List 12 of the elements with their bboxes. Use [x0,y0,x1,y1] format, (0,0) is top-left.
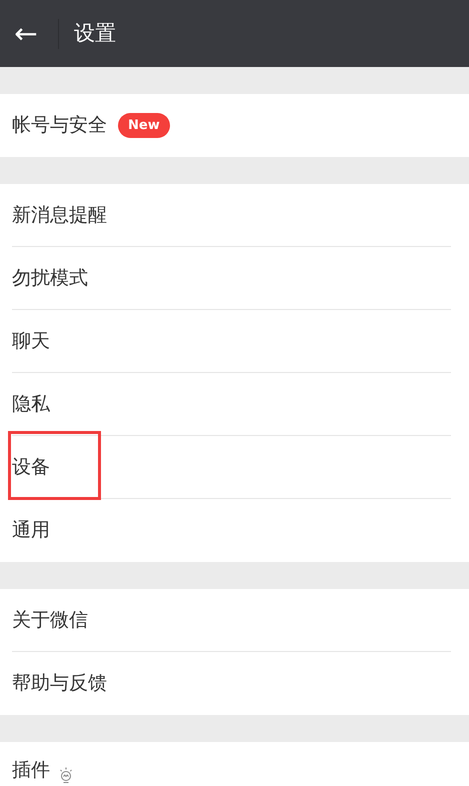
settings-item[interactable]: 勿扰模式 [12,247,451,310]
settings-item[interactable]: 关于微信 [12,589,451,652]
lightbulb-icon [59,767,73,784]
settings-item[interactable]: 新消息提醒 [12,184,451,247]
page-title: 设置 [74,20,116,47]
settings-item[interactable]: 聊天 [12,310,451,373]
settings-item[interactable]: 通用 [12,499,451,562]
back-button[interactable]: ← [11,20,41,48]
settings-item[interactable]: 设备 [12,436,451,499]
settings-item[interactable]: 隐私 [12,373,451,436]
settings-item[interactable]: 帮助与反馈 [12,652,451,715]
new-badge: New [118,112,170,138]
